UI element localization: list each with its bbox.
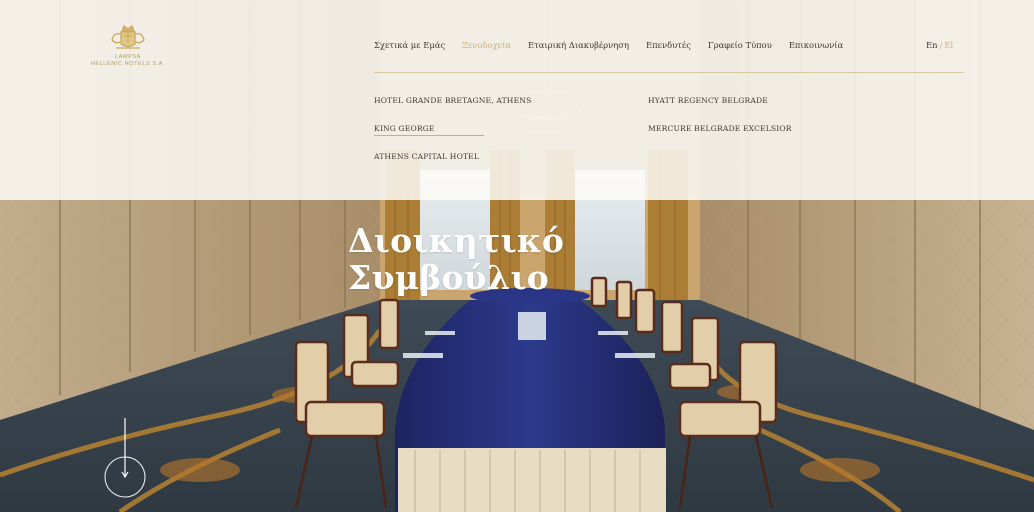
header-mega-menu: LAMPSA HELLENIC HOTELS S.A. Σχετικά με Ε…: [0, 0, 1034, 200]
page-title-line-1: Διοικητικό: [348, 221, 565, 260]
nav-item-contact[interactable]: Επικοινωνία: [789, 40, 843, 50]
submenu-item-athens-capital[interactable]: ATHENS CAPITAL HOTEL: [374, 152, 531, 180]
main-navigation: Σχετικά με Εμάς Ξενοδοχεία Εταιρική Διακ…: [374, 40, 860, 50]
submenu-hover-underline: [374, 135, 484, 136]
lang-en-link[interactable]: En: [926, 40, 938, 50]
nav-divider: [374, 72, 964, 73]
submenu-item-mercure-belgrade[interactable]: MERCURE BELGRADE EXCELSIOR: [648, 124, 792, 152]
brand-subtitle: HELLENIC HOTELS S.A.: [90, 61, 166, 67]
scroll-down-arrow-icon: [104, 418, 146, 498]
brand-logo[interactable]: LAMPSA HELLENIC HOTELS S.A.: [78, 22, 178, 68]
submenu-item-grande-bretagne[interactable]: HOTEL GRANDE BRETAGNE, ATHENS: [374, 96, 531, 124]
submenu-item-hyatt-belgrade[interactable]: HYATT REGENCY BELGRADE: [648, 96, 792, 124]
submenu-item-king-george[interactable]: KING GEORGE: [374, 124, 531, 152]
nav-item-press-office[interactable]: Γραφείο Τύπου: [708, 40, 772, 50]
lang-el-link[interactable]: El: [944, 40, 953, 50]
scroll-down-button[interactable]: [103, 418, 147, 500]
page-title-line-2: Συμβούλιο: [348, 258, 550, 297]
brand-name: LAMPSA: [115, 54, 141, 60]
nav-item-hotels[interactable]: Ξενοδοχεία: [462, 40, 511, 50]
royal-crest-icon: [111, 24, 145, 49]
nav-item-corporate-governance[interactable]: Εταιρική Διακυβέρνηση: [528, 40, 629, 50]
language-switcher: En / El: [926, 40, 953, 50]
hotels-submenu-column-1: HOTEL GRANDE BRETAGNE, ATHENS KING GEORG…: [374, 96, 531, 180]
nav-item-about[interactable]: Σχετικά με Εμάς: [374, 40, 445, 50]
lang-separator: /: [939, 40, 943, 50]
hotels-submenu-column-2: HYATT REGENCY BELGRADE MERCURE BELGRADE …: [648, 96, 792, 152]
page-title: Διοικητικό Συμβούλιο: [348, 222, 564, 296]
nav-item-investors[interactable]: Επενδυτές: [646, 40, 691, 50]
